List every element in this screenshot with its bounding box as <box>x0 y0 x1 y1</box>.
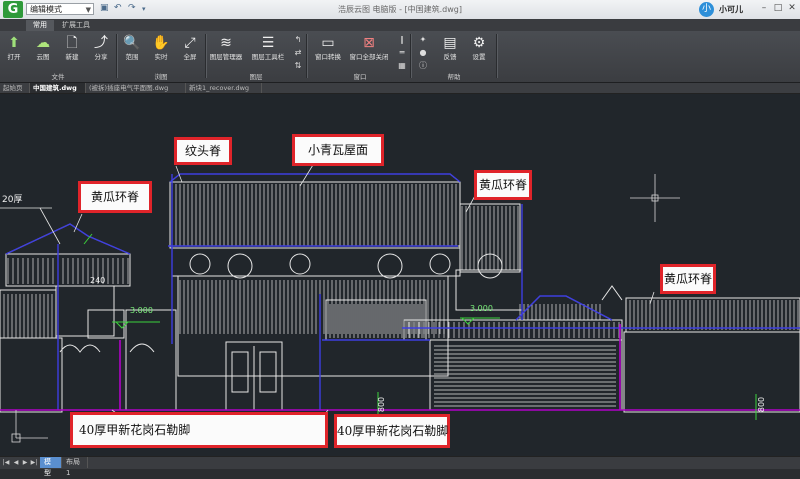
update-icon[interactable]: ● <box>418 48 428 58</box>
document-tab-bar: 起始页 中国建筑.dwg (被拆)插座电气平面图.dwg 新块1_recover… <box>0 83 800 94</box>
crosshair-cursor <box>630 174 680 222</box>
tile-vertical-icon[interactable]: ∥ <box>397 35 407 45</box>
doc-tab-start[interactable]: 起始页 <box>0 83 30 93</box>
feedback-button[interactable]: ▤ 反馈 <box>436 34 464 62</box>
group-label-layer: 图层 <box>249 73 263 81</box>
dimension-label: 800 <box>757 396 767 413</box>
fullscreen-button[interactable]: ⤢ 全屏 <box>176 34 204 62</box>
layout-tab-bar: |◀ ◀ ▶ ▶| 模型 布局1 <box>0 456 800 477</box>
ucs-icon <box>11 410 48 443</box>
ground-line <box>0 324 800 411</box>
prev-tab-icon[interactable]: ◀ <box>12 458 20 468</box>
doc-tab-china-building[interactable]: 中国建筑.dwg <box>30 83 86 93</box>
dimension-label: 800 <box>377 396 387 413</box>
layer-toolbar-icon: ☰ <box>261 35 275 51</box>
tab-model[interactable]: 模型 <box>40 457 62 477</box>
layer-match-icon[interactable]: ⇄ <box>293 48 303 58</box>
info-icon[interactable]: ⓘ <box>418 61 428 71</box>
close-all-icon: ⊠ <box>363 35 375 51</box>
new-file-icon: 🗋 <box>66 35 78 51</box>
layer-toolbar-button[interactable]: ☰ 图层工具栏 <box>248 34 288 62</box>
close-icon[interactable]: ✕ <box>786 2 798 15</box>
layer-prev-icon[interactable]: ↰ <box>293 35 303 45</box>
tab-layout1[interactable]: 布局1 <box>62 457 88 477</box>
callout-ridge-ornament: 纹头脊 <box>174 137 232 165</box>
minimize-icon[interactable]: – <box>758 2 770 15</box>
group-label-window: 窗口 <box>353 73 367 81</box>
open-icon: ⬆ <box>8 35 20 51</box>
callout-tile-roof: 小青瓦屋面 <box>292 134 384 166</box>
share-button[interactable]: ⤴ 分享 <box>87 34 115 62</box>
cloud-icon: ☁ <box>36 35 50 51</box>
open-button[interactable]: ⬆ 打开 <box>0 34 28 62</box>
first-tab-icon[interactable]: |◀ <box>2 458 10 468</box>
doc-tab-new-block[interactable]: 新块1_recover.dwg <box>186 83 262 93</box>
zoom-extent-icon: 🔍 <box>123 35 141 51</box>
new-button[interactable]: 🗋 新建 <box>58 34 86 62</box>
share-icon: ⤴ <box>94 35 108 51</box>
avatar[interactable]: 小 <box>699 2 714 17</box>
group-label-browse: 浏图 <box>154 73 168 81</box>
ribbon: ⬆ 打开 ☁ 云图 🗋 新建 ⤴ 分享 文件 🔍 范围 ✋ 实时 ⤢ 全屏 浏图 ≋ 图层管理器… <box>0 31 800 83</box>
ribbon-tab-bar: 常用 扩展工具 <box>0 19 800 31</box>
layer-manager-button[interactable]: ≋ 图层管理器 <box>208 34 244 62</box>
pan-button[interactable]: ✋ 实时 <box>147 34 175 62</box>
tab-extended-tools[interactable]: 扩展工具 <box>58 20 94 31</box>
group-label-help: 帮助 <box>447 73 461 81</box>
app-title: 浩辰云图 电脑版 - [中国建筑.dwg] <box>338 5 462 14</box>
feedback-icon: ▤ <box>443 35 457 51</box>
dimension-label: 240 <box>90 276 106 285</box>
fullscreen-icon: ⤢ <box>184 35 196 51</box>
callout-granite-plinth: 40厚甲新花岗石勒脚 <box>70 412 328 448</box>
group-label-file: 文件 <box>51 73 65 81</box>
help-icon[interactable]: ✦ <box>418 35 428 45</box>
elevation-label-right: 3.000 <box>470 304 493 313</box>
settings-button[interactable]: ⚙ 设置 <box>465 34 493 62</box>
doc-tab-socket-plan[interactable]: (被拆)插座电气平面图.dwg <box>86 83 186 93</box>
tile-horizontal-icon[interactable]: ═ <box>397 48 407 58</box>
next-tab-icon[interactable]: ▶ <box>21 458 29 468</box>
cascade-icon[interactable]: ▦ <box>397 61 407 71</box>
pan-icon: ✋ <box>152 35 170 51</box>
user-name[interactable]: 小可儿 <box>719 4 743 15</box>
cloud-button[interactable]: ☁ 云图 <box>29 34 57 62</box>
group-separator <box>205 34 207 78</box>
callout-cucumber-ridge: 黄瓜环脊 <box>474 170 532 200</box>
window-switch-icon: ▭ <box>321 35 335 51</box>
last-tab-icon[interactable]: ▶| <box>30 458 38 468</box>
callout-cucumber-ridge: 黄瓜环脊 <box>660 264 716 294</box>
drawing-canvas[interactable]: 20厚 240 3.000 3.000 800 800 纹头脊 小青瓦屋面 黄瓜… <box>0 94 800 456</box>
callout-cucumber-ridge: 黄瓜环脊 <box>78 181 152 213</box>
maximize-icon[interactable]: □ <box>772 2 784 15</box>
settings-icon: ⚙ <box>472 35 486 51</box>
thickness-label: 20厚 <box>2 195 23 205</box>
group-separator <box>306 34 308 78</box>
close-all-button[interactable]: ⊠ 窗口全部关闭 <box>346 34 392 62</box>
title-bar: G 编辑模式 ▼ ▣ ↶ ↷ ▾ 浩辰云图 电脑版 - [中国建筑.dwg] 小… <box>0 0 800 19</box>
layer-iso-icon[interactable]: ⇅ <box>293 61 303 71</box>
tab-common[interactable]: 常用 <box>26 20 54 31</box>
zoom-extent-button[interactable]: 🔍 范围 <box>118 34 146 62</box>
callout-granite-plinth: 40厚甲新花岗石勒脚 <box>334 414 450 448</box>
elevation-label-left: 3.000 <box>130 306 153 315</box>
window-switch-button[interactable]: ▭ 窗口转换 <box>312 34 344 62</box>
layer-manager-icon: ≋ <box>220 35 232 51</box>
group-separator <box>496 34 498 78</box>
